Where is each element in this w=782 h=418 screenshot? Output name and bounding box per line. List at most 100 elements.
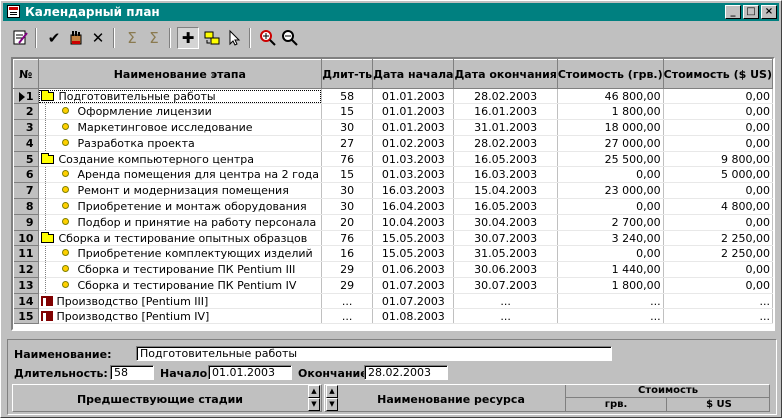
duration-cell[interactable]: 30 <box>321 182 374 199</box>
start-date-cell[interactable]: 01.02.2003 <box>372 135 455 152</box>
cost-usd-cell[interactable]: 0,00 <box>663 261 773 278</box>
stage-name-cell[interactable]: Приобретение и монтаж оборудования <box>38 198 323 215</box>
duration-cell[interactable]: 76 <box>321 230 374 246</box>
start-date-cell[interactable]: 01.08.2003 <box>372 308 455 324</box>
zoom-out-icon[interactable] <box>279 27 301 49</box>
cost-uah-cell[interactable]: 23 000,00 <box>557 182 664 199</box>
stage-name-cell[interactable]: Маркетинговое исследование <box>38 119 323 136</box>
row-number[interactable]: 3 <box>13 119 39 136</box>
stage-name-cell[interactable]: Подготовительные работы <box>38 88 323 104</box>
table-row[interactable]: 3 Маркетинговое исследование 30 01.01.2003 3… <box>13 119 773 136</box>
col-header-num[interactable]: № <box>13 59 39 89</box>
scroll-down-button[interactable]: ▼ <box>326 398 338 411</box>
name-field[interactable]: Подготовительные работы <box>136 346 612 361</box>
table-row[interactable]: 5 Создание компьютерного центра 76 01.03.20… <box>13 151 773 167</box>
stage-name-cell[interactable]: Сборка и тестирование ПК Pentium III <box>38 261 323 278</box>
start-date-cell[interactable]: 10.04.2003 <box>372 214 455 231</box>
cost-uah-cell[interactable]: 0,00 <box>557 245 664 262</box>
cost-uah-cell[interactable]: ... <box>557 293 664 309</box>
duration-cell[interactable]: 29 <box>321 261 374 278</box>
end-date-cell[interactable]: 30.07.2003 <box>453 277 558 294</box>
stage-name-cell[interactable]: Производство [Pentium IV] <box>38 308 323 324</box>
end-date-cell[interactable]: 16.05.2003 <box>453 198 558 215</box>
end-date-cell[interactable]: 30.04.2003 <box>453 214 558 231</box>
start-date-cell[interactable]: 01.01.2003 <box>372 88 455 104</box>
delete-x-icon[interactable]: ✕ <box>87 27 109 49</box>
cost-usd-cell[interactable]: ... <box>663 308 773 324</box>
start-date-field[interactable]: 01.01.2003 <box>208 365 292 380</box>
stage-name-cell[interactable]: Сборка и тестирование ПК Pentium IV <box>38 277 323 294</box>
cost-usd-cell[interactable]: 0,00 <box>663 88 773 104</box>
duration-field[interactable]: 58 <box>110 365 154 380</box>
cost-uah-cell[interactable]: 27 000,00 <box>557 135 664 152</box>
col-header-cost-usd[interactable]: Стоимость ($ US) <box>662 59 773 89</box>
start-date-cell[interactable]: 16.03.2003 <box>372 182 455 199</box>
col-header-cost-uah[interactable]: Стоимость (грв.) <box>556 59 664 89</box>
table-row[interactable]: 6 Аренда помещения для центра на 2 года 15… <box>13 166 773 183</box>
zoom-in-icon[interactable] <box>257 27 279 49</box>
plus-icon[interactable]: ✚ <box>177 27 199 49</box>
end-date-cell[interactable]: 30.07.2003 <box>453 230 558 246</box>
row-number[interactable]: 7 <box>13 182 39 199</box>
stage-name-cell[interactable]: Производство [Pentium III] <box>38 293 323 309</box>
duration-cell[interactable]: 30 <box>321 119 374 136</box>
pointer-icon[interactable] <box>223 27 245 49</box>
maximize-button[interactable]: □ <box>743 5 759 19</box>
stage-name-cell[interactable]: Аренда помещения для центра на 2 года <box>38 166 323 183</box>
end-date-cell[interactable]: 30.06.2003 <box>453 261 558 278</box>
cost-uah-cell[interactable]: 25 500,00 <box>557 151 664 167</box>
table-row[interactable]: 8 Приобретение и монтаж оборудования 30 16.… <box>13 198 773 215</box>
row-number[interactable]: 15 <box>13 308 39 324</box>
cost-usd-cell[interactable]: 2 250,00 <box>663 245 773 262</box>
col-header-start[interactable]: Дата начала <box>372 59 455 89</box>
table-row[interactable]: 11 Приобретение комплектующих изделий 16 15… <box>13 245 773 262</box>
end-date-cell[interactable]: 28.02.2003 <box>453 88 558 104</box>
table-row[interactable]: 9 Подбор и принятие на работу персонала 20… <box>13 214 773 231</box>
sigma-icon[interactable]: Σ <box>121 27 143 49</box>
duration-cell[interactable]: 16 <box>321 245 374 262</box>
end-date-cell[interactable]: 16.03.2003 <box>453 166 558 183</box>
table-row[interactable]: 14 Производство [Pentium III]... 01.07.200… <box>13 293 773 309</box>
close-button[interactable]: × <box>761 5 777 19</box>
cost-uah-cell[interactable]: 1 440,00 <box>557 261 664 278</box>
table-row[interactable]: 13 Сборка и тестирование ПК Pentium IV 29 0… <box>13 277 773 294</box>
end-date-cell[interactable]: 31.01.2003 <box>453 119 558 136</box>
duration-cell[interactable]: ... <box>321 308 374 324</box>
end-date-cell[interactable]: ... <box>453 308 558 324</box>
row-number[interactable]: 11 <box>13 245 39 262</box>
table-row[interactable]: 10 Сборка и тестирование опытных образцов… <box>13 230 773 246</box>
cost-usd-cell[interactable]: 0,00 <box>663 182 773 199</box>
duration-cell[interactable]: 29 <box>321 277 374 294</box>
stages-table[interactable]: № Наименование этапа Длит-ть Дата начала… <box>11 57 775 331</box>
cost-uah-cell[interactable]: 0,00 <box>557 198 664 215</box>
start-date-cell[interactable]: 01.06.2003 <box>372 261 455 278</box>
start-date-cell[interactable]: 15.05.2003 <box>372 230 455 246</box>
col-header-duration[interactable]: Длит-ть <box>321 59 374 89</box>
title-bar[interactable]: Календарный план _ □ × <box>3 3 779 21</box>
row-number[interactable]: 2 <box>13 103 39 120</box>
sigma-icon[interactable]: Σ <box>143 27 165 49</box>
cost-usd-cell[interactable]: 9 800,00 <box>663 151 773 167</box>
resources-panel[interactable]: ▲ ▼ Наименование ресурса Стоимость грв. … <box>324 384 770 412</box>
start-date-cell[interactable]: 01.03.2003 <box>372 166 455 183</box>
stage-name-cell[interactable]: Сборка и тестирование опытных образцов <box>38 230 323 246</box>
scroll-down-button[interactable]: ▼ <box>308 398 320 411</box>
scroll-up-button[interactable]: ▲ <box>308 385 320 398</box>
duration-cell[interactable]: ... <box>321 293 374 309</box>
cost-uah-cell[interactable]: 18 000,00 <box>557 119 664 136</box>
duration-cell[interactable]: 15 <box>321 103 374 120</box>
row-number[interactable]: 4 <box>13 135 39 152</box>
cost-uah-cell[interactable]: 2 700,00 <box>557 214 664 231</box>
start-date-cell[interactable]: 15.05.2003 <box>372 245 455 262</box>
stage-name-cell[interactable]: Создание компьютерного центра <box>38 151 323 167</box>
cost-uah-cell[interactable]: 3 240,00 <box>557 230 664 246</box>
duration-cell[interactable]: 76 <box>321 151 374 167</box>
cost-usd-cell[interactable]: 2 250,00 <box>663 230 773 246</box>
row-number[interactable]: 9 <box>13 214 39 231</box>
minimize-button[interactable]: _ <box>725 5 741 19</box>
row-number[interactable]: 6 <box>13 166 39 183</box>
cost-usd-cell[interactable]: 4 800,00 <box>663 198 773 215</box>
cost-uah-cell[interactable]: 46 800,00 <box>557 88 664 104</box>
col-header-name[interactable]: Наименование этапа <box>37 59 323 89</box>
stage-name-cell[interactable]: Оформление лицензии <box>38 103 323 120</box>
